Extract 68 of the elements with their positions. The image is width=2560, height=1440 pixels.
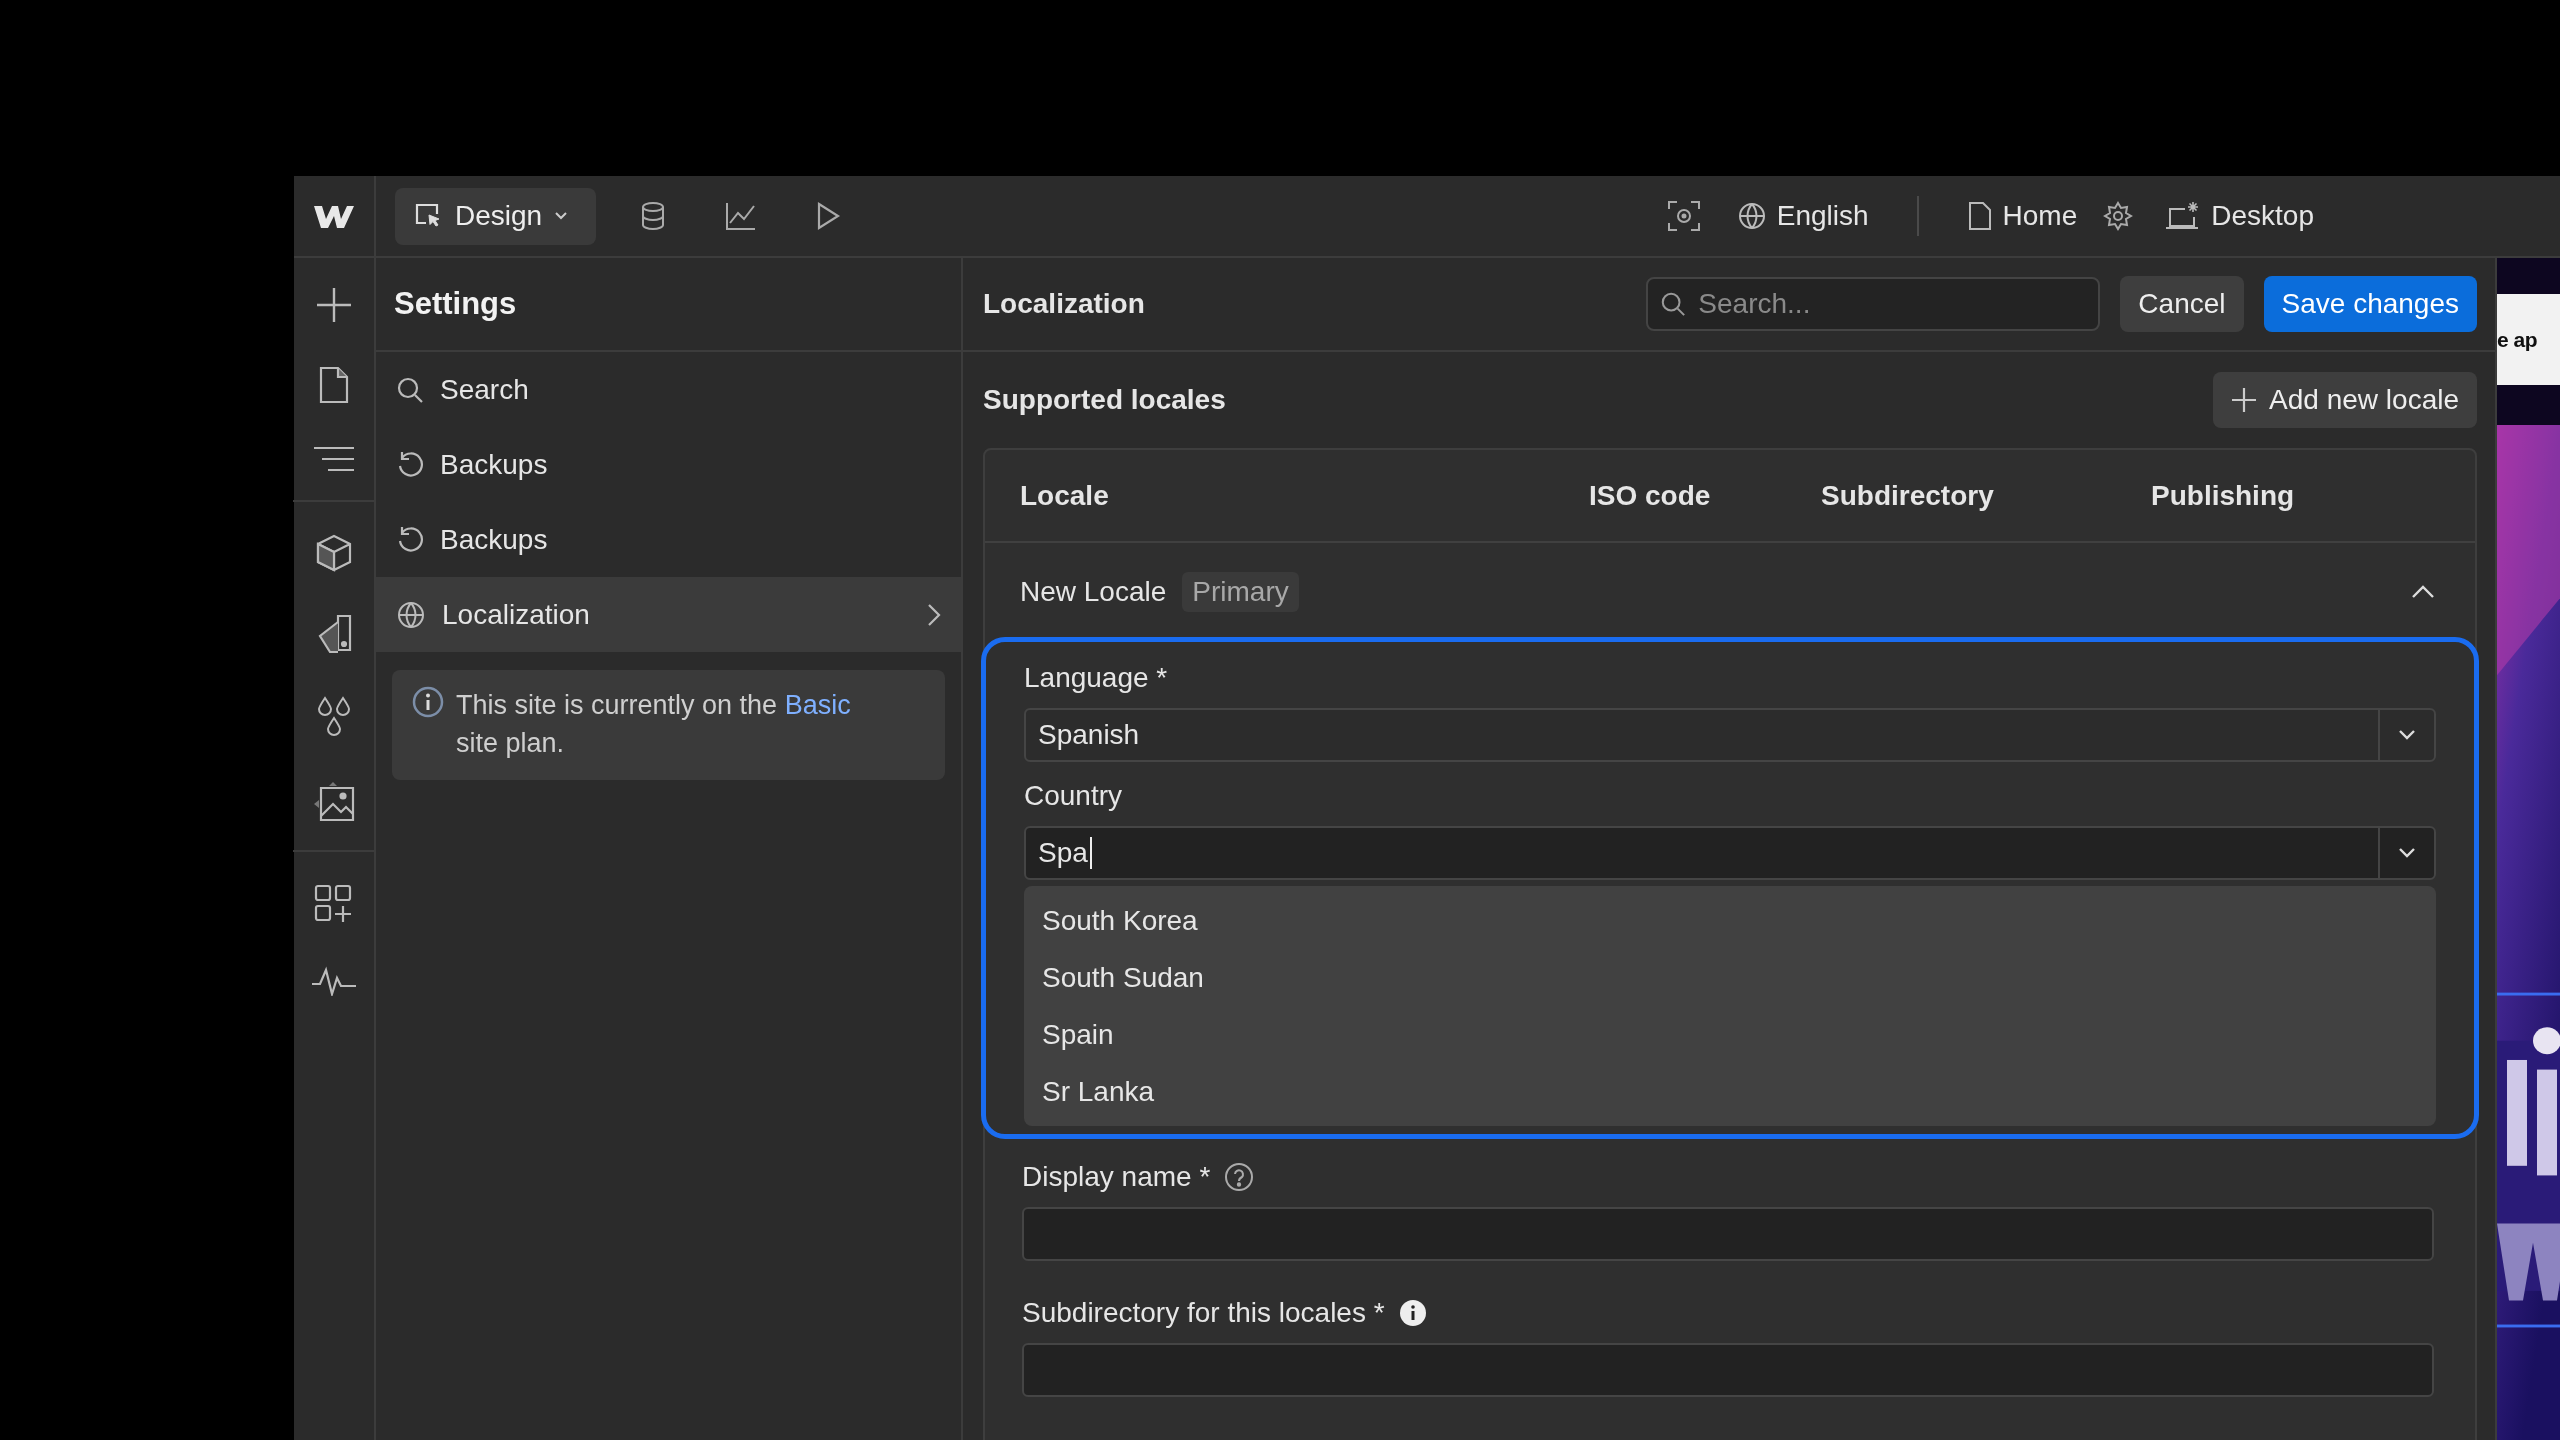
language-button[interactable]: English	[1736, 200, 1869, 232]
page-button[interactable]: Home	[1966, 200, 2078, 232]
page-icon	[1966, 201, 1993, 231]
breakpoint-button[interactable]: Desktop	[2165, 200, 2314, 232]
country-option[interactable]: South Sudan	[1024, 949, 2436, 1006]
database-icon[interactable]	[639, 201, 667, 231]
field-label: Country	[1024, 780, 1124, 812]
primary-badge: Primary	[1182, 572, 1299, 612]
cube-icon[interactable]	[316, 534, 352, 572]
search-icon	[396, 375, 424, 404]
drops-icon[interactable]	[315, 696, 353, 738]
panel-title: Settings	[394, 286, 517, 322]
column-header: ISO code	[1589, 479, 1712, 512]
navigator-icon[interactable]	[314, 446, 354, 472]
language-select[interactable]: Spanish	[1024, 708, 2436, 762]
settings-item[interactable]: Backups	[376, 502, 961, 577]
restore-icon	[396, 524, 424, 555]
chart-icon[interactable]	[725, 201, 757, 231]
page-icon[interactable]	[319, 366, 349, 404]
chevron-down-icon	[2398, 847, 2416, 859]
settings-icon[interactable]	[2103, 201, 2134, 231]
logo-icon	[314, 203, 354, 229]
locale-name: New Locale	[1020, 576, 1167, 608]
plan-link[interactable]: Basic	[784, 690, 851, 720]
locale-row[interactable]: New Locale Primary	[985, 543, 2475, 641]
chevron-up-icon[interactable]	[2411, 585, 2435, 599]
column-header: Subdirectory	[1821, 479, 1995, 512]
search-icon	[1660, 291, 1687, 317]
plus-icon	[2231, 387, 2258, 413]
field-label: Language *	[1024, 662, 1169, 694]
search-field[interactable]: Search...	[1646, 277, 2101, 331]
settings-item[interactable]: Search	[376, 352, 961, 427]
restore-icon	[396, 449, 424, 480]
add-locale-button[interactable]: Add new locale	[2213, 372, 2477, 428]
cancel-button[interactable]: Cancel	[2120, 276, 2244, 332]
display-name-field[interactable]	[1022, 1207, 2434, 1261]
help-icon[interactable]	[1224, 1162, 1255, 1192]
section-title: Supported locales	[983, 384, 1226, 416]
info-icon[interactable]	[1398, 1299, 1427, 1327]
country-option[interactable]: Sr Lanka	[1024, 1063, 2436, 1120]
activity-icon[interactable]	[312, 966, 356, 996]
column-header: Locale	[1020, 479, 1110, 512]
subdirectory-field[interactable]	[1022, 1343, 2434, 1397]
preview-heading: e ap	[2497, 327, 2538, 352]
chevron-right-icon	[927, 602, 941, 627]
notice-text: This site is currently on the Basic site plan.	[456, 689, 852, 760]
settings-item[interactable]: Localization	[376, 577, 961, 652]
column-header: Publishing	[2151, 479, 2295, 512]
globe-icon	[1736, 201, 1767, 231]
mode-dropdown[interactable]: Design	[395, 187, 596, 245]
apps-icon[interactable]	[314, 884, 354, 924]
info-icon	[412, 686, 444, 718]
country-combobox[interactable]: Spa	[1024, 826, 2436, 880]
image-icon[interactable]	[313, 780, 355, 822]
style-icon[interactable]	[316, 614, 352, 654]
save-button[interactable]: Save changes	[2263, 276, 2477, 332]
panel-title: Localization	[983, 288, 1145, 320]
country-option[interactable]: Spain	[1024, 1006, 2436, 1063]
country-option[interactable]: South Korea	[1024, 892, 2436, 949]
settings-item[interactable]: Backups	[376, 427, 961, 502]
caret-icon	[554, 211, 569, 221]
field-label: Subdirectory for this locales *	[1022, 1297, 1385, 1329]
add-icon[interactable]	[315, 286, 353, 324]
globe-icon	[396, 599, 426, 630]
chevron-down-icon	[2398, 729, 2416, 741]
play-icon[interactable]	[815, 201, 841, 231]
screenshot-icon[interactable]	[1666, 200, 1701, 232]
field-label: Display name *	[1022, 1161, 1211, 1193]
